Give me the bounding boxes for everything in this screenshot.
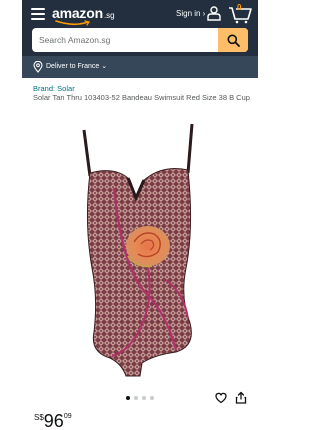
image-carousel-dots[interactable] [126, 396, 154, 402]
price: S$9609 [34, 412, 72, 430]
swimsuit-image [82, 123, 194, 377]
user-icon[interactable] [205, 5, 221, 21]
logo-smile-icon [55, 20, 91, 26]
sign-in-link[interactable]: Sign in › [176, 9, 205, 18]
product-image[interactable] [26, 118, 254, 388]
search-icon [227, 34, 240, 47]
logo-domain: .sg [103, 11, 115, 20]
carousel-dot[interactable] [134, 396, 138, 400]
cart-button[interactable]: 0 [228, 3, 252, 24]
search-input[interactable] [32, 28, 222, 52]
price-currency: S$ [34, 413, 44, 422]
price-whole: 96 [43, 411, 64, 430]
cart-count: 0 [237, 3, 242, 12]
search-bar [32, 28, 248, 52]
hamburger-menu-icon[interactable] [31, 8, 45, 20]
heart-icon[interactable] [215, 392, 227, 404]
search-button[interactable] [218, 28, 248, 52]
carousel-dot[interactable] [126, 396, 130, 400]
deliver-to-bar[interactable]: Deliver to France ⌄ [22, 56, 258, 78]
share-icon[interactable] [235, 391, 247, 404]
product-page: amazon.sg Sign in › 0 Search Amazon.sg D… [22, 0, 258, 430]
header-top-row: amazon.sg Sign in › 0 [22, 0, 258, 28]
deliver-to-text: Deliver to France ⌄ [46, 63, 108, 70]
carousel-dot[interactable] [142, 396, 146, 400]
price-fraction: 09 [63, 413, 72, 420]
top-header: amazon.sg Sign in › 0 Search Amazon.sg D… [22, 0, 258, 78]
brand-link[interactable]: Brand: Solar [33, 84, 75, 93]
logo-text: amazon [52, 5, 103, 21]
location-pin-icon [33, 61, 43, 73]
product-title: Solar Tan Thru 103403-52 Bandeau Swimsui… [33, 93, 250, 102]
amazon-logo[interactable]: amazon.sg [52, 5, 115, 26]
carousel-dot[interactable] [150, 396, 154, 400]
